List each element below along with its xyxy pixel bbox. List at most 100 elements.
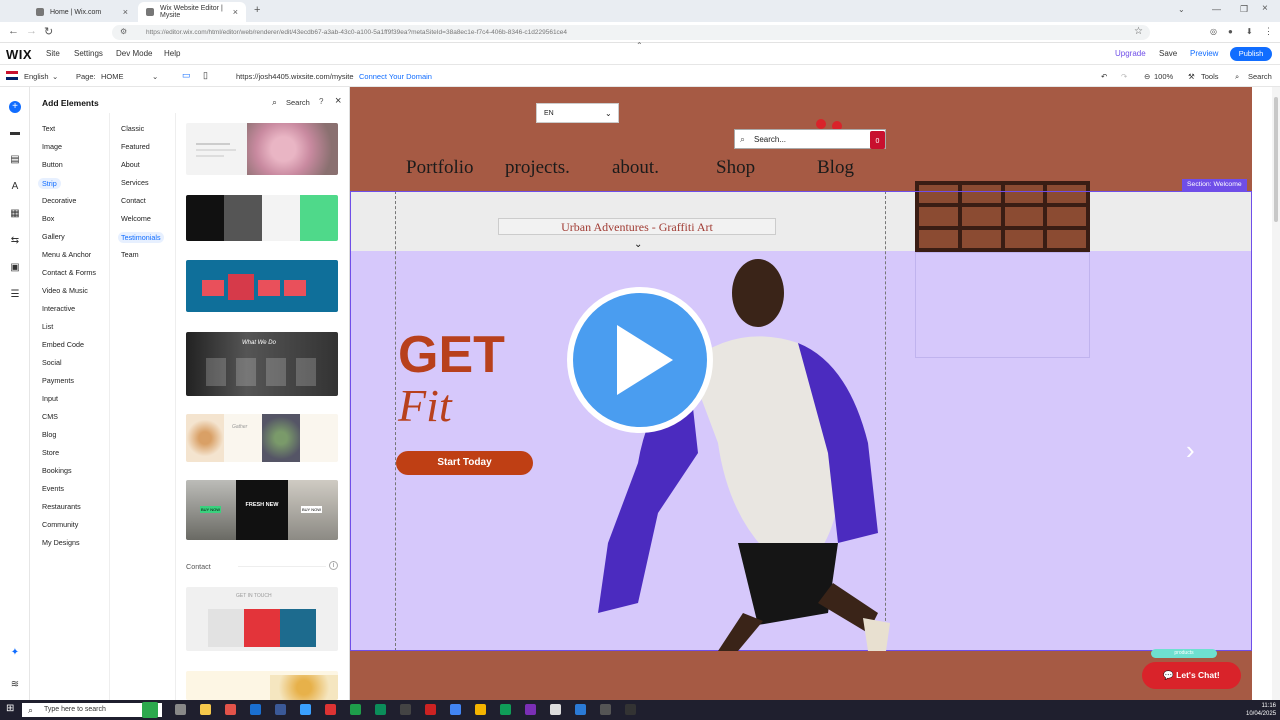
new-tab-button[interactable]: + [254, 4, 260, 16]
menu-dev-mode[interactable]: Dev Mode [116, 49, 152, 58]
category-interactive[interactable]: Interactive [42, 304, 75, 313]
subcategory-classic[interactable]: Classic [121, 124, 144, 133]
section-label[interactable]: Section: Welcome [1182, 179, 1247, 191]
close-tab-icon[interactable]: × [123, 7, 128, 17]
help-icon[interactable]: ? [319, 97, 323, 106]
file-explorer-icon[interactable] [200, 704, 211, 715]
browser-tab-editor[interactable]: Wix Website Editor | Mysite × [138, 2, 246, 22]
forward-icon[interactable]: → [26, 25, 37, 37]
strip-preset-contact-2[interactable] [186, 671, 338, 700]
close-panel-icon[interactable]: × [335, 95, 341, 107]
strip-preset-food[interactable]: Gather [186, 414, 338, 462]
design-icon[interactable]: A [9, 181, 21, 193]
taskbar-clock[interactable]: 11:16 10/04/2025 [1246, 702, 1276, 718]
search-button[interactable]: Search [1248, 72, 1272, 81]
ai-assistant-icon[interactable]: ✦ [9, 647, 21, 659]
category-gallery[interactable]: Gallery [42, 232, 65, 241]
subcategory-contact[interactable]: Contact [121, 196, 146, 205]
connect-domain-link[interactable]: Connect Your Domain [359, 72, 432, 81]
business-icon[interactable]: ⇆ [9, 235, 21, 247]
app-icon[interactable] [350, 704, 361, 715]
hero-headline-fit[interactable]: Fit [398, 383, 452, 429]
category-events[interactable]: Events [42, 484, 64, 493]
subcategory-welcome[interactable]: Welcome [121, 214, 151, 223]
cms-icon[interactable]: ☰ [9, 289, 21, 301]
category-box[interactable]: Box [42, 214, 54, 223]
category-button[interactable]: Button [42, 160, 63, 169]
save-button[interactable]: Save [1159, 49, 1177, 58]
category-my-designs[interactable]: My Designs [42, 538, 80, 547]
subcategory-about[interactable]: About [121, 160, 140, 169]
app-icon[interactable] [375, 704, 386, 715]
app-icon[interactable] [250, 704, 261, 715]
cart-icon[interactable]: 0 [870, 131, 885, 149]
mobile-view-icon[interactable]: ▯ [203, 70, 208, 81]
upgrade-button[interactable]: Upgrade [1115, 49, 1146, 58]
category-text[interactable]: Text [42, 124, 55, 133]
app-icon[interactable] [425, 704, 436, 715]
hero-badge[interactable]: products [1151, 649, 1217, 658]
chrome-icon[interactable] [450, 704, 461, 715]
taskbar-tree-icon[interactable] [142, 702, 158, 718]
undo-icon[interactable]: ↶ [1101, 72, 1107, 81]
subcategory-featured[interactable]: Featured [121, 142, 150, 151]
site-info-icon[interactable]: ⚙ [120, 27, 127, 36]
site-language-select[interactable]: EN ⌄ [536, 103, 619, 123]
strip-preset-featured[interactable] [186, 260, 338, 312]
category-input[interactable]: Input [42, 394, 58, 403]
category-strip[interactable]: Strip [38, 178, 61, 189]
subcategory-testimonials[interactable]: Testimonials [118, 232, 164, 243]
zoom-level[interactable]: 100% [1154, 72, 1173, 81]
subcategory-team[interactable]: Team [121, 250, 139, 259]
app-icon[interactable] [575, 704, 586, 715]
search-icon[interactable]: ⌕ [272, 97, 277, 108]
category-community[interactable]: Community [42, 520, 78, 529]
tools-button[interactable]: Tools [1201, 72, 1219, 81]
pages-icon[interactable]: ▤ [9, 154, 21, 166]
chevron-down-icon[interactable]: ⌄ [152, 72, 158, 81]
sections-icon[interactable]: ▬ [9, 127, 21, 139]
nav-about[interactable]: about. [612, 157, 659, 179]
desktop-view-icon[interactable]: ▭ [182, 70, 191, 81]
app-icon[interactable] [300, 704, 311, 715]
page-selector[interactable]: HOME [101, 72, 124, 81]
back-icon[interactable]: ← [8, 25, 19, 37]
nav-blog[interactable]: Blog [817, 157, 854, 179]
category-menu-anchor[interactable]: Menu & Anchor [42, 250, 91, 259]
canvas-scrollbar[interactable] [1272, 87, 1280, 700]
category-cms[interactable]: CMS [42, 412, 58, 421]
category-video-music[interactable]: Video & Music [42, 286, 88, 295]
nav-shop[interactable]: Shop [716, 157, 755, 179]
category-store[interactable]: Store [42, 448, 59, 457]
close-window-icon[interactable]: × [1262, 3, 1268, 14]
nav-portfolio[interactable]: Portfolio [406, 157, 474, 179]
add-elements-icon[interactable]: + [9, 101, 21, 113]
browser-tab-home[interactable]: Home | Wix.com × [28, 2, 136, 22]
strip-preset-fashion[interactable]: FRESH NEW BUY NOW BUY NOW [186, 480, 338, 540]
minimize-icon[interactable]: — [1212, 4, 1221, 14]
category-restaurants[interactable]: Restaurants [42, 502, 81, 511]
category-blog[interactable]: Blog [42, 430, 56, 439]
browser-menu-icon[interactable]: ⋮ [1264, 26, 1273, 37]
extension-icon[interactable]: ◎ [1210, 27, 1217, 36]
site-search-input[interactable]: ⌕ Search... [734, 129, 886, 149]
app-icon[interactable] [525, 704, 536, 715]
layers-icon[interactable]: ≋ [9, 679, 21, 691]
reload-icon[interactable]: ↻ [44, 25, 53, 38]
menu-help[interactable]: Help [164, 49, 180, 58]
strip-preset-classic-1[interactable] [186, 123, 338, 175]
app-icon[interactable] [500, 704, 511, 715]
site-footer[interactable] [350, 651, 1252, 700]
media-icon[interactable]: ▣ [9, 262, 21, 274]
app-icon[interactable] [475, 704, 486, 715]
taskbar-search-input[interactable]: ⌕ Type here to search [22, 703, 162, 717]
language-selector[interactable]: English [24, 72, 49, 81]
subcategory-services[interactable]: Services [121, 178, 149, 187]
app-icon[interactable] [625, 704, 636, 715]
tab-list-icon[interactable]: ⌄ [1178, 5, 1185, 14]
menu-site[interactable]: Site [46, 49, 60, 58]
bookmark-star-icon[interactable]: ☆ [1134, 26, 1143, 37]
profile-icon[interactable]: ● [1228, 27, 1233, 36]
app-icon[interactable] [600, 704, 611, 715]
nav-projects[interactable]: projects. [505, 157, 570, 179]
